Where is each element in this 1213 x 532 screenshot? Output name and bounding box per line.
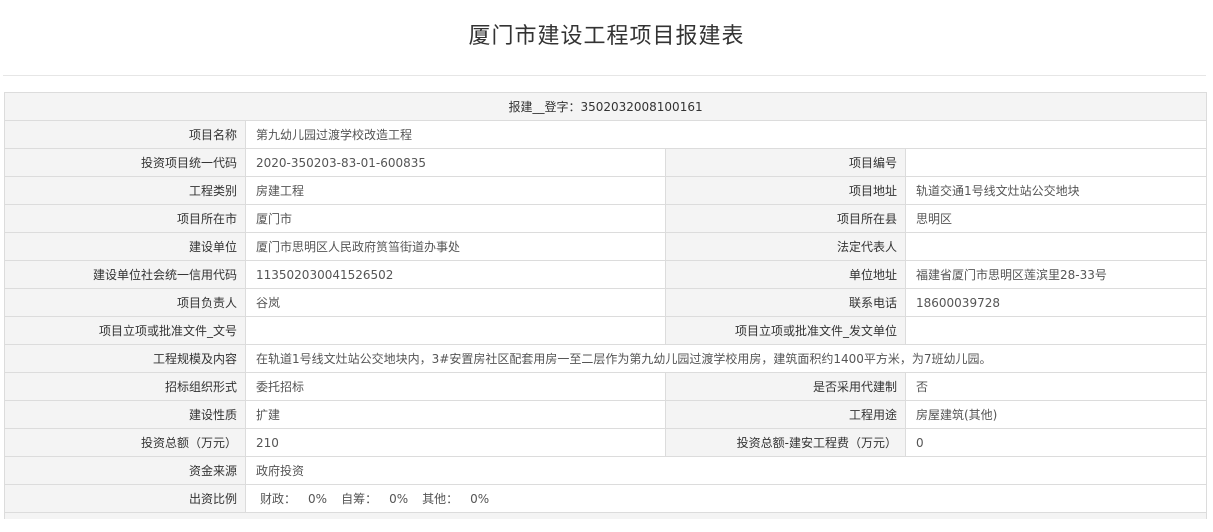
table-row: 项目负责人 谷岚 联系电话 18600039728	[4, 288, 1208, 317]
city-value: 厦门市	[245, 204, 666, 233]
approval-doc-no-value	[245, 316, 666, 345]
tender-form-value: 委托招标	[245, 372, 666, 401]
registration-number: 报建__登字：3502032008100161	[3, 92, 1208, 121]
tender-form-label: 招标组织形式	[4, 372, 246, 401]
builder-label: 建设单位	[4, 232, 246, 261]
category-label: 工程类别	[4, 176, 246, 205]
other-ratio-label: 其他：	[422, 492, 459, 506]
credit-code-label: 建设单位社会统一信用代码	[4, 260, 246, 289]
legal-rep-label: 法定代表人	[665, 232, 906, 261]
builder-value: 厦门市思明区人民政府筼筜街道办事处	[245, 232, 666, 261]
category-value: 房建工程	[245, 176, 666, 205]
scale-content-label: 工程规模及内容	[4, 344, 246, 373]
usage-label: 工程用途	[665, 400, 906, 429]
table-row: 工程类别 房建工程 项目地址 轨道交通1号线文灶站公交地块	[4, 176, 1208, 205]
title-divider	[3, 75, 1206, 76]
finance-ratio-label: 财政：	[260, 492, 297, 506]
approval-doc-no-label: 项目立项或批准文件_文号	[4, 316, 246, 345]
funding-ratio-label: 出资比例	[4, 484, 246, 513]
county-label: 项目所在县	[665, 204, 906, 233]
project-name-value: 第九幼儿园过渡学校改造工程	[244, 120, 1208, 149]
total-invest-label: 投资总额（万元）	[4, 428, 246, 457]
page-title: 厦门市建设工程项目报建表	[468, 24, 745, 49]
install-cost-value: 0	[904, 428, 1208, 457]
nature-label: 建设性质	[4, 400, 246, 429]
table-row: 招标组织形式 委托招标 是否采用代建制 否	[4, 372, 1208, 401]
unit-address-value: 福建省厦门市思明区莲滨里28-33号	[904, 260, 1208, 289]
table-row: 项目所在市 厦门市 项目所在县 思明区	[4, 204, 1208, 233]
table-row: 投资总额（万元） 210 投资总额-建安工程费（万元） 0	[4, 428, 1208, 457]
other-ratio-value: 0%	[470, 492, 490, 506]
install-cost-label: 投资总额-建安工程费（万元）	[665, 428, 906, 457]
table-row: 建设性质 扩建 工程用途 房屋建筑(其他)	[4, 400, 1208, 429]
nature-value: 扩建	[245, 400, 666, 429]
table-row: 资金来源 政府投资	[4, 456, 1208, 485]
phone-value: 18600039728	[904, 288, 1208, 317]
phone-label: 联系电话	[665, 288, 906, 317]
approval-doc-unit-label: 项目立项或批准文件_发文单位	[665, 316, 906, 345]
scale-content-value: 在轨道1号线文灶站公交地块内，3#安置房社区配套用房一至二层作为第九幼儿园过渡学…	[244, 344, 1208, 373]
self-ratio-value: 0%	[389, 492, 409, 506]
table-row: 建设单位社会统一信用代码 113502030041526502 单位地址 福建省…	[4, 260, 1208, 289]
table-row: 投资项目统一代码 2020-350203-83-01-600835 项目编号	[4, 148, 1208, 177]
legal-rep-value	[904, 232, 1208, 261]
table-row	[3, 512, 1208, 519]
project-registration-table: 报建__登字：3502032008100161 项目名称 第九幼儿园过渡学校改造…	[3, 92, 1208, 519]
table-row: 出资比例 财政： 0% 自筹： 0% 其他： 0%	[4, 484, 1208, 513]
invest-code-label: 投资项目统一代码	[4, 148, 246, 177]
credit-code-value: 113502030041526502	[245, 260, 666, 289]
usage-value: 房屋建筑(其他)	[904, 400, 1208, 429]
city-label: 项目所在市	[4, 204, 246, 233]
self-ratio-label: 自筹：	[341, 492, 378, 506]
manager-label: 项目负责人	[4, 288, 246, 317]
project-no-label: 项目编号	[665, 148, 906, 177]
agent-build-label: 是否采用代建制	[665, 372, 906, 401]
approval-doc-unit-value	[904, 316, 1208, 345]
table-footer-strip	[3, 512, 1208, 519]
table-row: 工程规模及内容 在轨道1号线文灶站公交地块内，3#安置房社区配套用房一至二层作为…	[4, 344, 1208, 373]
address-label: 项目地址	[665, 176, 906, 205]
table-row: 项目立项或批准文件_文号 项目立项或批准文件_发文单位	[4, 316, 1208, 345]
table-row: 建设单位 厦门市思明区人民政府筼筜街道办事处 法定代表人	[4, 232, 1208, 261]
county-value: 思明区	[904, 204, 1208, 233]
funding-ratio-value: 财政： 0% 自筹： 0% 其他： 0%	[244, 484, 1208, 513]
total-invest-value: 210	[245, 428, 666, 457]
fund-source-value: 政府投资	[244, 456, 1208, 485]
invest-code-value: 2020-350203-83-01-600835	[245, 148, 666, 177]
manager-value: 谷岚	[245, 288, 666, 317]
project-name-label: 项目名称	[4, 120, 246, 149]
unit-address-label: 单位地址	[665, 260, 906, 289]
table-row: 报建__登字：3502032008100161	[3, 92, 1208, 121]
fund-source-label: 资金来源	[4, 456, 246, 485]
table-row: 项目名称 第九幼儿园过渡学校改造工程	[4, 120, 1208, 149]
address-value: 轨道交通1号线文灶站公交地块	[904, 176, 1208, 205]
project-no-value	[904, 148, 1208, 177]
agent-build-value: 否	[904, 372, 1208, 401]
finance-ratio-value: 0%	[308, 492, 328, 506]
